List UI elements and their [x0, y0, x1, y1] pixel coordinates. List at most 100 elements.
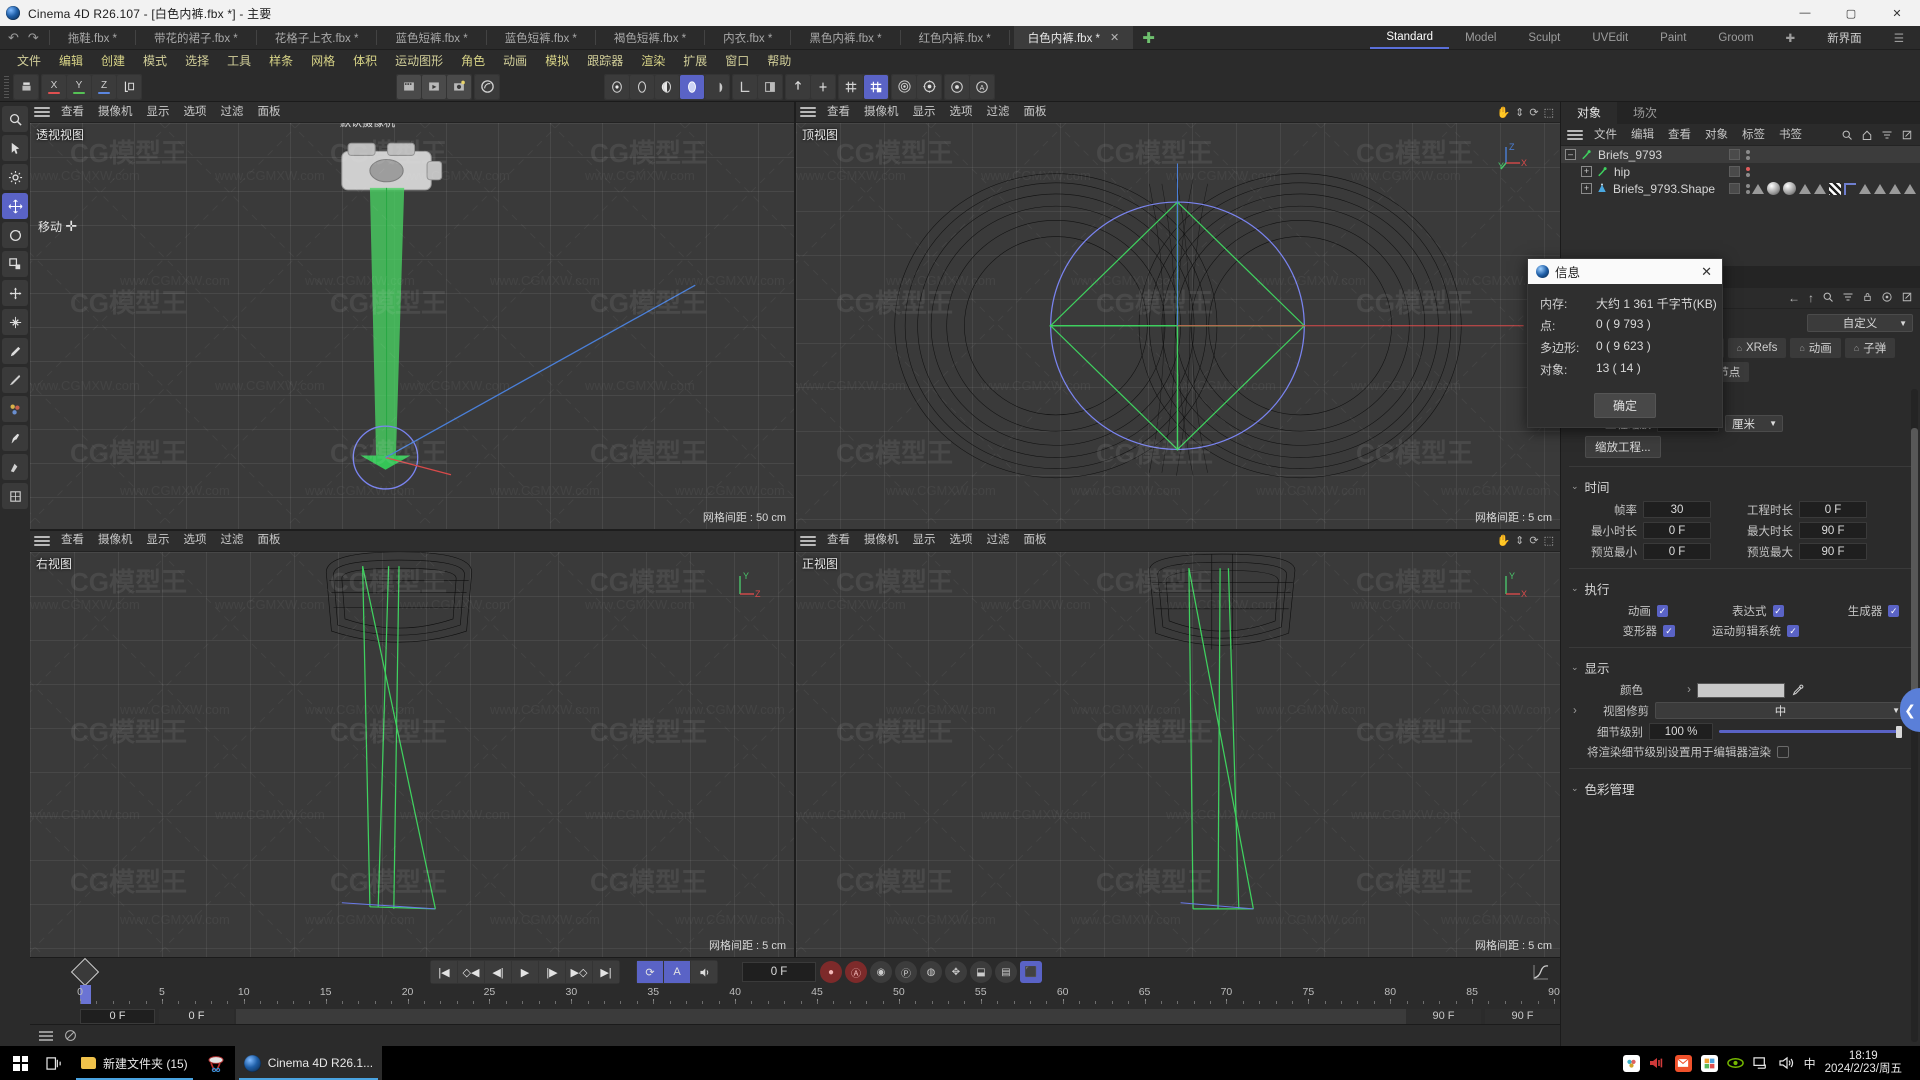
task-view-button[interactable]	[37, 1046, 72, 1080]
knife-tool-icon[interactable]	[2, 367, 28, 393]
layout-tab[interactable]: UVEdit	[1576, 26, 1644, 49]
property-checkbox[interactable]: ✓	[1656, 605, 1668, 617]
rect-selection-icon[interactable]	[630, 74, 654, 99]
tag-icon[interactable]	[1889, 183, 1901, 194]
filter-icon[interactable]	[1881, 129, 1893, 141]
color-management-header[interactable]: ⌄ 色彩管理	[1561, 775, 1920, 801]
taskbar-item-c4d[interactable]: Cinema 4D R26.1...	[234, 1046, 383, 1080]
keyframe-record-button[interactable]: Ⓟ	[895, 961, 917, 983]
clock[interactable]: 18:19 2024/2/23/周五	[1825, 1050, 1908, 1076]
search-icon[interactable]	[1841, 129, 1853, 141]
transport-button[interactable]: ▶	[512, 961, 538, 983]
move-tool2-icon[interactable]	[2, 280, 28, 306]
maximize-button[interactable]: ▢	[1828, 0, 1874, 26]
transport-button[interactable]: ◀|	[485, 961, 511, 983]
keyframe-record-button[interactable]: ▤	[995, 961, 1017, 983]
current-frame-field[interactable]: 0 F	[742, 962, 816, 982]
select-tool-icon[interactable]	[2, 135, 28, 161]
magnifier-tool-icon[interactable]	[2, 106, 28, 132]
loop-button[interactable]: ⟳	[637, 961, 663, 983]
tag-icon[interactable]	[1814, 183, 1826, 194]
vp-menu-display[interactable]: 显示	[140, 102, 177, 123]
lod-slider[interactable]	[1719, 725, 1902, 738]
viewport-menu-icon[interactable]	[34, 534, 50, 548]
redo-icon[interactable]: ↷	[28, 30, 39, 46]
viewport-right[interactable]: 查看 摄像机 显示 选项 过滤 面板 www.CGMXW.comwww.CGMX…	[30, 530, 794, 957]
viewport-menu-icon[interactable]	[800, 105, 816, 119]
menu-item[interactable]: 编辑	[50, 50, 92, 72]
property-field[interactable]: 30	[1643, 501, 1711, 518]
render-view-icon[interactable]	[397, 74, 421, 99]
uv-tag-icon[interactable]	[1829, 182, 1841, 195]
info-dialog-close-icon[interactable]: ✕	[1695, 264, 1718, 280]
timeline-scroll-bar[interactable]	[236, 1008, 1406, 1024]
tag-icon[interactable]	[1859, 183, 1871, 194]
property-field[interactable]: 0 F	[1643, 543, 1711, 560]
vp-menu-panel[interactable]: 面板	[1017, 531, 1054, 552]
property-checkbox[interactable]: ✓	[1787, 625, 1799, 637]
vp-menu-panel[interactable]: 面板	[251, 102, 288, 123]
file-tab[interactable]: 蓝色短裤.fbx *	[381, 26, 481, 49]
file-tab[interactable]: 黑色内裤.fbx *	[795, 26, 895, 49]
scale-tool-icon[interactable]	[705, 74, 729, 99]
vp-menu-view[interactable]: 查看	[820, 102, 857, 123]
display-icon[interactable]	[1753, 1056, 1770, 1071]
om-menu-bookmark[interactable]: 书签	[1772, 124, 1809, 146]
expand-icon[interactable]: +	[1581, 166, 1592, 177]
selection-tag-icon[interactable]	[1844, 182, 1856, 195]
menu-item[interactable]: 网格	[302, 50, 344, 72]
menu-item[interactable]: 帮助	[758, 50, 800, 72]
expand-icon[interactable]	[1901, 129, 1913, 141]
collapse-icon[interactable]: –	[1565, 149, 1576, 160]
property-checkbox[interactable]: ✓	[1663, 625, 1675, 637]
target-icon[interactable]	[1881, 291, 1893, 305]
start-button[interactable]	[4, 1046, 37, 1080]
light-icon[interactable]	[892, 74, 916, 99]
menu-item[interactable]: 样条	[260, 50, 302, 72]
environment-icon[interactable]	[917, 74, 941, 99]
pen-tool-icon[interactable]	[2, 338, 28, 364]
vp-menu-camera[interactable]: 摄像机	[91, 102, 140, 123]
vp-menu-panel[interactable]: 面板	[251, 531, 288, 552]
property-checkbox[interactable]: ✓	[1772, 605, 1784, 617]
menu-item[interactable]: 运动图形	[386, 50, 452, 72]
range-start-field2[interactable]: 0 F	[159, 1008, 234, 1024]
vp-menu-camera[interactable]: 摄像机	[857, 102, 906, 123]
uv-tool-icon[interactable]	[2, 483, 28, 509]
attribute-sub-tab[interactable]: ⌂ XRefs	[1727, 338, 1787, 358]
keyframe-diamond-icon[interactable]	[70, 957, 100, 987]
transport-button[interactable]: ▶|	[593, 961, 619, 983]
keyframe-record-button[interactable]: ✥	[945, 961, 967, 983]
property-field[interactable]: 0 F	[1799, 501, 1867, 518]
menu-item[interactable]: 动画	[494, 50, 536, 72]
viewport-controls[interactable]: ✋ ⇕ ⟳ ⬚	[1496, 534, 1560, 547]
material-tag-icon[interactable]	[1767, 182, 1780, 195]
file-tab[interactable]: 花格子上衣.fbx *	[261, 26, 373, 49]
vp-menu-filter[interactable]: 过滤	[214, 531, 251, 552]
edit-toggle-icon[interactable]	[1729, 183, 1740, 194]
grid-icon[interactable]	[839, 74, 863, 99]
render-settings-icon[interactable]	[447, 74, 471, 99]
keyframe-record-button[interactable]: ◉	[870, 961, 892, 983]
tag-strip[interactable]	[1752, 182, 1916, 195]
workplane-icon[interactable]	[733, 74, 757, 99]
visibility-dots[interactable]	[1746, 149, 1750, 160]
vp-menu-filter[interactable]: 过滤	[980, 531, 1017, 552]
nvidia-icon[interactable]	[1726, 1056, 1744, 1070]
taskbar-item-snip[interactable]	[197, 1046, 235, 1080]
taskbar-item-folder[interactable]: 新建文件夹 (15)	[72, 1046, 197, 1080]
tag-icon[interactable]	[1799, 183, 1811, 194]
world-object-toggle-icon[interactable]	[117, 74, 141, 99]
transport-button[interactable]: |▶	[539, 961, 565, 983]
vp-menu-filter[interactable]: 过滤	[214, 102, 251, 123]
tag-icon[interactable]	[1874, 183, 1886, 194]
vp-menu-display[interactable]: 显示	[906, 102, 943, 123]
vp-menu-camera[interactable]: 摄像机	[857, 531, 906, 552]
status-menu-icon[interactable]	[38, 1030, 54, 1042]
object-tree[interactable]: – Briefs_9793 + hip + Briefs_9793.Shape	[1561, 146, 1920, 266]
om-menu-view[interactable]: 查看	[1661, 124, 1698, 146]
chevron-right-icon[interactable]: ›	[1649, 684, 1691, 696]
layout-tab[interactable]: Groom	[1702, 26, 1769, 49]
view-clipping-dropdown[interactable]: 中 ▼	[1655, 702, 1906, 719]
attribute-sub-tab[interactable]: ⌂ 动画	[1790, 338, 1841, 358]
